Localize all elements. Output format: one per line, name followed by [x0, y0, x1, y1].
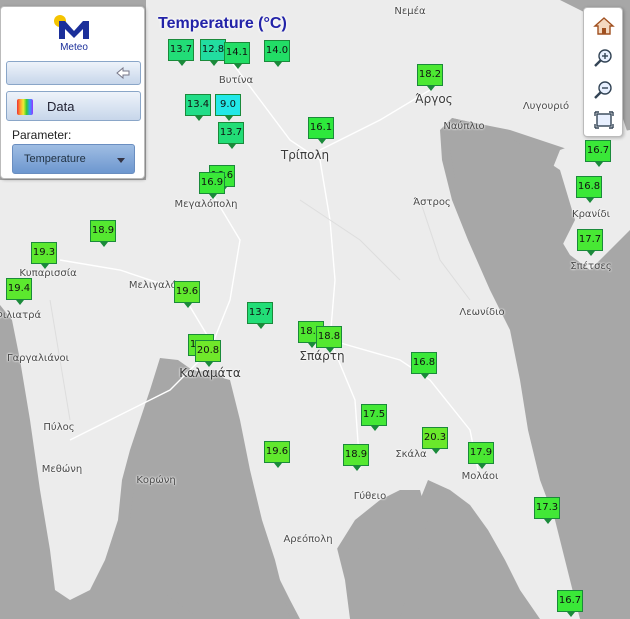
station-marker[interactable]: 19.4 [6, 278, 32, 305]
zoom-in-icon[interactable] [592, 46, 616, 70]
station-marker[interactable]: 18.8 [316, 326, 342, 353]
station-marker[interactable]: 16.1 [308, 117, 334, 144]
arrow-left-icon [116, 66, 130, 80]
station-marker[interactable]: 17.7 [577, 229, 603, 256]
place-label: Μεθώνη [41, 464, 83, 475]
station-marker[interactable]: 13.7 [168, 39, 194, 66]
station-marker[interactable]: 16.9 [199, 172, 225, 199]
parameter-value: Temperature [24, 153, 86, 165]
place-label: Σκάλα [395, 449, 427, 460]
place-label: Άργος [415, 92, 453, 106]
place-label: Μεγαλόπολη [174, 199, 238, 210]
place-label: Μολάοι [461, 471, 499, 482]
place-label: Σπάρτη [299, 349, 345, 363]
place-label: Αρεόπολη [283, 534, 333, 545]
station-marker[interactable]: 19.6 [174, 281, 200, 308]
place-label: Πύλος [43, 422, 75, 433]
station-marker[interactable]: 19.3 [31, 242, 57, 269]
station-marker[interactable]: 19.6 [264, 441, 290, 468]
station-marker[interactable]: 13.4 [185, 94, 211, 121]
place-label: Άστρος [413, 197, 451, 208]
station-marker[interactable]: 14.0 [264, 40, 290, 67]
place-label: Φιλιατρά [0, 310, 42, 321]
station-marker[interactable]: 18.9 [90, 220, 116, 247]
place-label: Κρανίδι [572, 209, 610, 220]
station-marker[interactable]: 14.1 [224, 42, 250, 69]
station-marker[interactable]: 18.9 [343, 444, 369, 471]
station-marker[interactable]: 18.2 [417, 64, 443, 91]
map-title: Temperature (°C) [158, 15, 287, 32]
place-label: Βυτίνα [218, 75, 254, 86]
parameter-select[interactable]: Temperature [12, 144, 135, 174]
palette-icon [17, 99, 33, 115]
place-label: Γύθειο [353, 491, 387, 502]
logo-text: Meteo [60, 42, 88, 53]
chevron-down-icon [117, 158, 125, 163]
map-toolbar [583, 7, 623, 137]
full-extent-icon[interactable] [592, 108, 616, 132]
zoom-out-icon[interactable] [592, 78, 616, 102]
place-label: Καλαμάτα [179, 366, 241, 380]
station-marker[interactable]: 12.8 [200, 39, 226, 66]
place-label: Σπέτσες [570, 261, 612, 272]
station-marker[interactable]: 13.7 [218, 122, 244, 149]
parameter-label: Parameter: [12, 128, 72, 142]
control-panel: Meteo Data Parameter: Temperature [0, 6, 145, 179]
station-marker[interactable]: 17.9 [468, 442, 494, 469]
collapse-panel-button[interactable] [6, 61, 141, 85]
home-icon[interactable] [592, 14, 616, 38]
place-label: Νεμέα [394, 6, 426, 17]
place-label: Κορώνη [136, 475, 176, 486]
station-marker[interactable]: 20.3 [422, 427, 448, 454]
place-label: Τρίπολη [280, 148, 330, 162]
station-marker[interactable]: 20.8 [195, 340, 221, 367]
station-marker[interactable]: 16.7 [585, 140, 611, 167]
station-marker[interactable]: 17.3 [534, 497, 560, 524]
data-button[interactable]: Data [6, 91, 141, 121]
place-label: Ναύπλιο [443, 121, 485, 132]
station-marker[interactable]: 16.8 [411, 352, 437, 379]
station-marker[interactable]: 16.8 [576, 176, 602, 203]
station-marker[interactable]: 13.7 [247, 302, 273, 329]
place-label: Λεωνίδιο [459, 307, 505, 318]
place-label: Γαργαλιάνοι [6, 353, 70, 364]
place-label: Λυγουριό [522, 101, 570, 112]
station-marker[interactable]: 9.0 [215, 94, 241, 121]
meteo-logo: Meteo [51, 13, 97, 57]
data-button-label: Data [47, 99, 75, 114]
station-marker[interactable]: 17.5 [361, 404, 387, 431]
station-marker[interactable]: 16.7 [557, 590, 583, 617]
